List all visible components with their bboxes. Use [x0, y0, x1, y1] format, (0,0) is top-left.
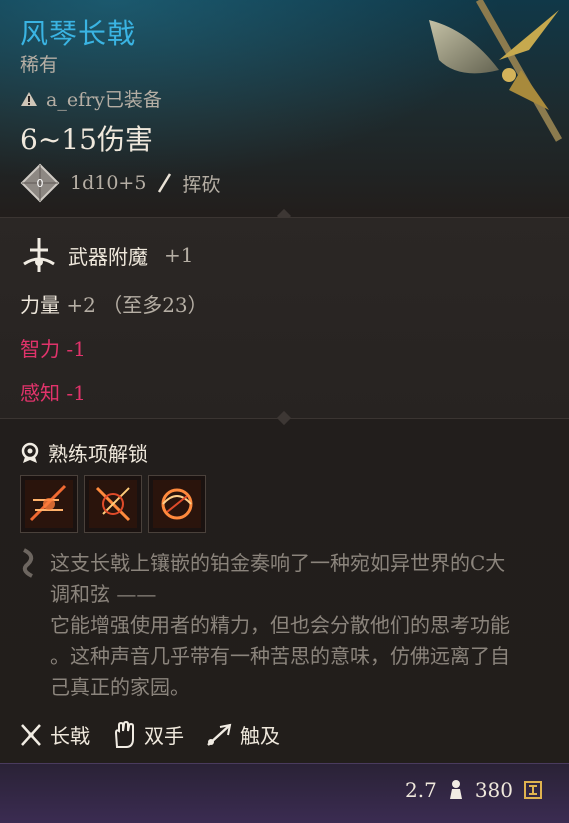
proficiency-title-row: 熟练项解锁: [20, 438, 148, 467]
weapon-tags: 长戟 双手 触及: [20, 720, 280, 749]
damage-dice-row: 0 1d10+5 挥砍: [20, 163, 220, 203]
stat-strength: 力量 +2 （至多23）: [20, 289, 208, 318]
weight-value: 2.7: [405, 778, 437, 802]
weapon-enchant-icon: [23, 238, 55, 272]
item-tooltip: 风琴长戟 稀有 a_efry已装备 6~15伤害 0 1d10+5 挥砍 武器附…: [0, 0, 569, 823]
weight-icon: [449, 780, 462, 799]
slash-blade-icon: [158, 173, 172, 193]
gold-value: 380: [474, 778, 513, 802]
lore-line: 它能增强使用者的精力，但也会分散他们的思考功能: [50, 613, 510, 637]
footer-bar: 2.7 380: [0, 763, 569, 823]
tag-halberd: 长戟: [20, 720, 90, 749]
item-rarity: 稀有: [20, 54, 59, 76]
proficiency-title: 熟练项解锁: [48, 442, 148, 466]
tag-reach: 触及: [206, 720, 280, 749]
skill-slash-icon[interactable]: [20, 475, 78, 533]
proficiency-skills: [20, 475, 206, 533]
lore-block: 这支长戟上镶嵌的铂金奏响了一种宛如异世界的C大 调和弦 —— 它能增强使用者的精…: [20, 548, 550, 703]
tag-two-handed-label: 双手: [144, 724, 184, 748]
weapon-halberd-art: [429, 0, 563, 142]
stat-intelligence: 智力 -1: [20, 337, 86, 361]
two-handed-icon: [114, 720, 134, 748]
enchant-bonus: +1: [164, 243, 194, 267]
gold-coin-icon: [524, 781, 542, 799]
warning-icon: [21, 91, 37, 106]
damage-range: 6~15伤害: [20, 123, 153, 156]
skill-rush-icon[interactable]: [84, 475, 142, 533]
proficiency-icon: [21, 442, 39, 463]
svg-text:0: 0: [37, 177, 44, 190]
footer-values: 2.7 380: [405, 778, 543, 802]
halberd-icon: [21, 723, 41, 746]
lore-line: 调和弦 ——: [50, 582, 157, 606]
lore-line: 这支长戟上镶嵌的铂金奏响了一种宛如异世界的C大: [50, 551, 506, 575]
tag-two-handed: 双手: [112, 720, 184, 749]
d10-dice-icon: 0: [20, 163, 60, 203]
tag-halberd-label: 长戟: [50, 724, 90, 748]
stat-strength-name: 力量: [20, 293, 60, 317]
equipped-status: a_efry已装备: [20, 85, 162, 112]
dice-value: 1d10+5: [70, 172, 147, 194]
lore-text: 这支长戟上镶嵌的铂金奏响了一种宛如异世界的C大 调和弦 —— 它能增强使用者的精…: [50, 548, 510, 703]
reach-icon: [207, 723, 232, 746]
stat-strength-value: +2 （至多23）: [66, 293, 208, 317]
quote-icon: [22, 548, 34, 578]
lore-line: 。这种声音几乎带有一种苦思的意味，仿佛远离了自: [50, 644, 510, 668]
skill-whirl-icon[interactable]: [148, 475, 206, 533]
weapon-enchant-row: 武器附魔 +1: [20, 236, 193, 274]
tag-reach-label: 触及: [240, 724, 280, 748]
stat-wisdom: 感知 -1: [20, 381, 86, 405]
lore-line: 己真正的家园。: [50, 675, 190, 699]
damage-type: 挥砍: [182, 173, 221, 196]
equipped-label: a_efry已装备: [46, 89, 162, 111]
enchant-label: 武器附魔: [68, 244, 148, 269]
item-title: 风琴长戟: [20, 17, 137, 50]
